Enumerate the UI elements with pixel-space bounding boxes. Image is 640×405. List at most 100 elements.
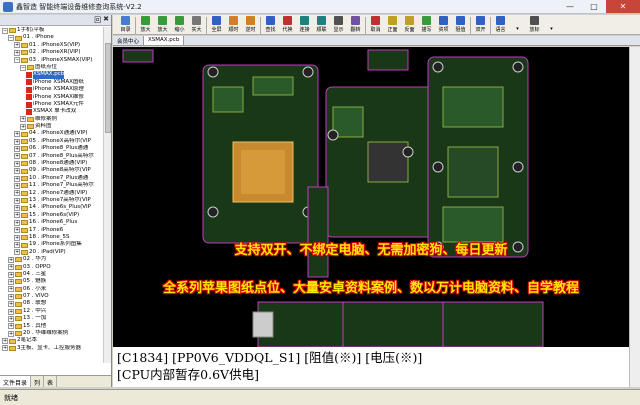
expand-icon[interactable]: + — [14, 219, 20, 226]
expand-icon[interactable]: + — [14, 131, 20, 138]
toolbar-button[interactable]: 翻转 — [347, 15, 364, 35]
tree-item[interactable]: +08 . iPhone8通通(VIP) — [0, 160, 104, 167]
toolbar-button[interactable]: 放大 — [154, 15, 171, 35]
tree-item[interactable]: +15 . 其他 — [0, 323, 104, 330]
tree-item[interactable]: +19 . iPhone系列图集 — [0, 241, 104, 249]
tree-item[interactable]: +13 . 一加 — [0, 315, 104, 322]
expand-icon[interactable]: + — [14, 227, 20, 234]
tree-item[interactable]: +18 . iPhone_5S — [0, 234, 104, 241]
toolbar-button[interactable]: 顺时 — [225, 15, 242, 35]
expand-icon[interactable]: + — [14, 197, 20, 204]
pcb-canvas[interactable]: 支持双开、不绑定电脑、无需加密狗、每日更新 全系列苹果图纸点位、大量安卓资料案例… — [113, 47, 629, 387]
toolbar-button[interactable]: 取消 — [367, 15, 384, 35]
tree-item[interactable]: +14 . iPhone6s_Plus(VIP — [0, 204, 104, 212]
expand-icon[interactable]: + — [14, 145, 20, 152]
expand-icon[interactable]: + — [14, 153, 20, 160]
tree-item[interactable]: +06 . 小米 — [0, 286, 104, 293]
tree-item[interactable]: +3主板、显卡、工控服务器 — [0, 345, 104, 352]
expand-icon[interactable]: + — [8, 286, 14, 293]
tree-item[interactable]: iPhone XSMAX图纸 — [0, 79, 104, 86]
maximize-button[interactable]: □ — [582, 0, 606, 13]
tree-item[interactable]: +16 . iPhone6_Plus — [0, 219, 104, 226]
expand-icon[interactable]: + — [14, 175, 20, 182]
toolbar-button[interactable]: 双开 — [472, 15, 489, 35]
tree-item[interactable]: +11 . iPhone7_Plus高特尔 — [0, 182, 104, 189]
tab-xsmax-pcb[interactable]: XSMAX.pcb — [144, 36, 185, 45]
tree-item[interactable]: +09 . iPhone8高特尔(VIP — [0, 167, 104, 175]
toolbar-button[interactable]: 代换 — [279, 15, 296, 35]
file-tree[interactable]: −1手机\平板 −01 . iPhone +01 . iPhoneXS(VIP) +0… — [0, 27, 104, 363]
tree-item[interactable]: +05 . iPhoneX高特尔(VIP — [0, 138, 104, 145]
close-panel-icon[interactable]: ✖ — [103, 15, 109, 25]
toolbar-button[interactable]: 资项 — [435, 15, 452, 35]
tree-item[interactable]: +08 . 联想 — [0, 300, 104, 308]
expand-icon[interactable]: + — [8, 264, 14, 271]
toolbar-button[interactable]: 全屏 — [208, 15, 225, 35]
tree-item[interactable]: + 维修案例 — [0, 116, 104, 123]
collapse-icon[interactable]: − — [2, 27, 8, 34]
tree-item[interactable]: +15 . iPhone6s(VIP) — [0, 212, 104, 219]
toolbar-button[interactable]: 连接 — [296, 15, 313, 35]
tree-item[interactable]: +04 . 三星 — [0, 271, 104, 278]
expand-icon[interactable]: + — [2, 338, 8, 345]
toolbar-button[interactable]: 描写 — [418, 15, 435, 35]
expand-icon[interactable]: + — [8, 301, 14, 308]
toolbar-button[interactable]: 实大 — [188, 15, 205, 35]
tree-item[interactable]: +01 . iPhoneXS(VIP) — [0, 42, 104, 49]
toolbar-button[interactable]: 阻值 — [452, 15, 469, 35]
expand-icon[interactable]: + — [14, 249, 20, 256]
expand-icon[interactable]: + — [8, 330, 14, 337]
tab-list[interactable]: 列 — [31, 376, 45, 387]
tree-item[interactable]: +12 . iPhone7通通(VIP) — [0, 190, 104, 197]
toolbar-button[interactable]: 正面 — [384, 15, 401, 35]
tree-item[interactable]: +04 . iPhoneX通通(VIP) — [0, 130, 104, 138]
toolbar-button[interactable]: 缩小 — [171, 15, 188, 35]
toolbar-button[interactable]: ▾ — [543, 15, 560, 35]
tree-item[interactable]: iPhone XSMAX原理 — [0, 86, 104, 93]
expand-icon[interactable]: + — [8, 256, 14, 263]
toolbar-button[interactable]: 显示 — [330, 15, 347, 35]
tab-table[interactable]: 表 — [44, 376, 58, 387]
expand-icon[interactable]: + — [14, 182, 20, 189]
tree-item[interactable]: +10 . iPhone7_Plus通通 — [0, 175, 104, 182]
expand-icon[interactable]: + — [8, 271, 14, 278]
expand-icon[interactable]: + — [14, 138, 20, 145]
tree-scrollbar[interactable] — [103, 27, 111, 363]
tree-item[interactable]: +06 . iPhone8_Plus通通 — [0, 145, 104, 152]
tree-item[interactable]: + 资料图 — [0, 123, 104, 130]
expand-icon[interactable]: + — [14, 190, 20, 197]
tree-item[interactable]: +02 . 华为 — [0, 256, 104, 263]
minimize-button[interactable]: — — [558, 0, 582, 13]
toolbar-button[interactable]: 反面 — [401, 15, 418, 35]
tree-item[interactable]: − 1手机\平板 — [0, 27, 104, 34]
tree-item[interactable]: +07 . VIVO — [0, 293, 104, 300]
expand-icon[interactable]: + — [14, 42, 20, 49]
pcb-board-drawing[interactable] — [113, 47, 629, 348]
toolbar-button[interactable]: 放标 — [526, 15, 543, 35]
pin-icon[interactable]: 回 — [94, 15, 101, 25]
toolbar-button[interactable]: 目录 — [117, 15, 134, 35]
close-button[interactable]: ✕ — [606, 0, 640, 13]
collapse-icon[interactable]: − — [8, 35, 14, 42]
tree-item[interactable]: +05 . 魅族 — [0, 278, 104, 285]
tree-item[interactable]: +20 . iPad(VIP) — [0, 249, 104, 256]
tree-item[interactable]: − 03 . iPhoneXSMAX(VIP) — [0, 57, 104, 64]
toolbar-button[interactable]: 逆时 — [242, 15, 259, 35]
toolbar-button[interactable]: 查找 — [262, 15, 279, 35]
expand-icon[interactable]: + — [14, 205, 20, 212]
expand-icon[interactable]: + — [8, 278, 14, 285]
expand-icon[interactable]: + — [8, 323, 14, 330]
tab-member-center[interactable]: 会员中心 — [113, 36, 145, 45]
tree-item[interactable]: +17 . iPhone6 — [0, 227, 104, 234]
expand-icon[interactable]: + — [2, 345, 8, 352]
toolbar-button[interactable]: 顺联 — [313, 15, 330, 35]
tree-item[interactable]: +02 . iPhoneXR(VIP) — [0, 49, 104, 56]
tree-item[interactable]: iPhone XSMAX元件 — [0, 101, 104, 108]
expand-icon[interactable]: + — [8, 315, 14, 322]
toolbar-button[interactable]: 语言 — [492, 15, 509, 35]
expand-icon[interactable]: + — [8, 308, 14, 315]
expand-icon[interactable]: + — [20, 123, 26, 130]
tree-item[interactable]: +2笔记本 — [0, 337, 104, 345]
toolbar-button[interactable]: 放大 — [137, 15, 154, 35]
tree-item[interactable]: +07 . iPhone8_Plus高特尔 — [0, 153, 104, 160]
